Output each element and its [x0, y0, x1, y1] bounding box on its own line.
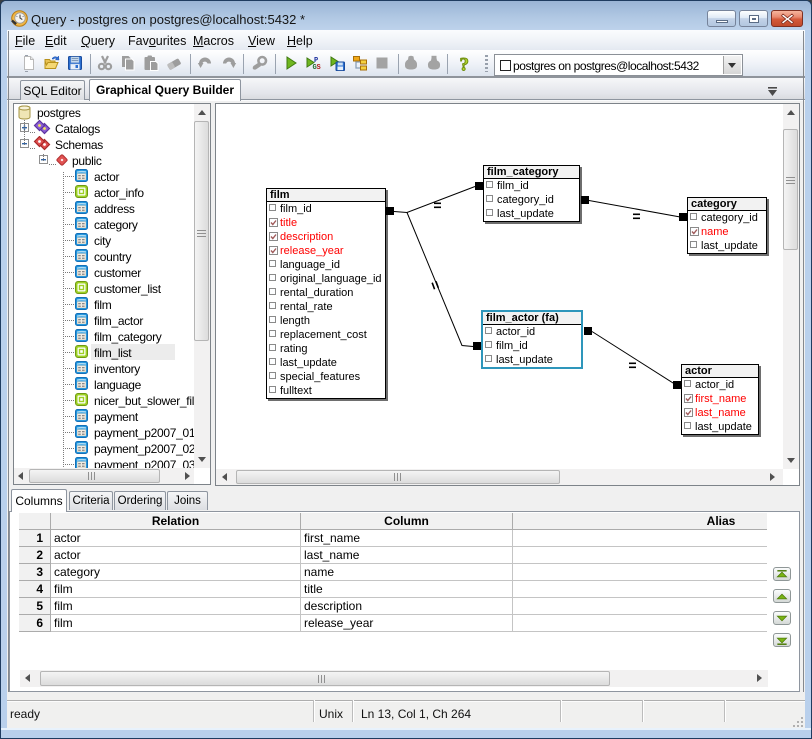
svg-text:S: S [317, 64, 321, 71]
svg-text:?: ? [460, 55, 470, 71]
